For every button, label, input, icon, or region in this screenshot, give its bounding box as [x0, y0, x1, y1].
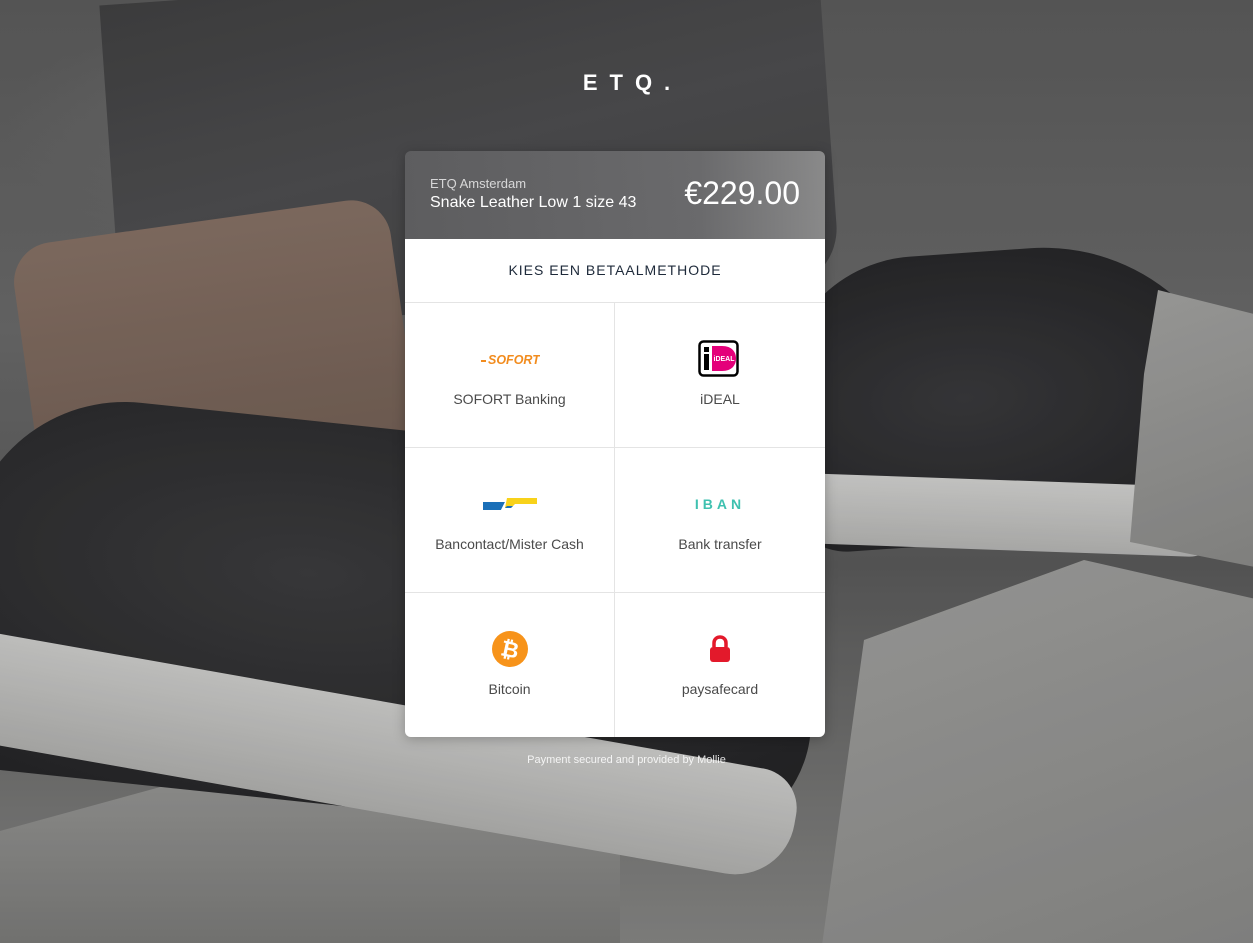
payment-methods-title: KIES EEN BETAALMETHODE: [405, 239, 825, 303]
method-sofort[interactable]: SOFORT SOFORT Banking: [405, 303, 615, 448]
payment-methods-panel: KIES EEN BETAALMETHODE SOFORT SOFORT Ban…: [405, 239, 825, 737]
payment-methods-grid: SOFORT SOFORT Banking iDEAL iDEAL Bancon…: [405, 303, 825, 737]
payment-card: ETQ Amsterdam Snake Leather Low 1 size 4…: [405, 151, 825, 737]
merchant-name: ETQ Amsterdam: [430, 176, 527, 191]
ideal-icon: iDEAL: [615, 339, 825, 379]
paysafecard-icon: [615, 629, 825, 669]
footer-note: Payment secured and provided by Mollie: [527, 754, 726, 766]
svg-text:SOFORT: SOFORT: [488, 353, 540, 367]
method-bitcoin[interactable]: ₿ Bitcoin: [405, 593, 615, 737]
method-label: SOFORT Banking: [453, 391, 566, 407]
method-ideal[interactable]: iDEAL iDEAL: [615, 303, 825, 448]
iban-logo-text: IBAN: [694, 496, 746, 512]
method-label: Bitcoin: [488, 681, 531, 697]
bancontact-icon: [405, 484, 614, 524]
method-label: paysafecard: [681, 681, 759, 697]
product-name: Snake Leather Low 1 size 43: [430, 194, 637, 211]
order-amount: €229.00: [684, 175, 800, 211]
method-label: Bank transfer: [678, 536, 762, 552]
method-label: iDEAL: [700, 391, 740, 407]
method-paysafecard[interactable]: paysafecard: [615, 593, 825, 737]
svg-text:iDEAL: iDEAL: [714, 356, 736, 363]
method-bancontact[interactable]: Bancontact/Mister Cash: [405, 448, 615, 593]
method-label: Bancontact/Mister Cash: [435, 536, 584, 552]
sofort-icon: SOFORT: [405, 339, 614, 379]
iban-icon: IBAN: [615, 484, 825, 524]
order-summary: ETQ Amsterdam Snake Leather Low 1 size 4…: [405, 151, 825, 239]
bitcoin-icon: ₿: [405, 629, 614, 669]
brand-logo: ETQ.: [582, 70, 683, 95]
method-bank-transfer[interactable]: IBAN Bank transfer: [615, 448, 825, 593]
